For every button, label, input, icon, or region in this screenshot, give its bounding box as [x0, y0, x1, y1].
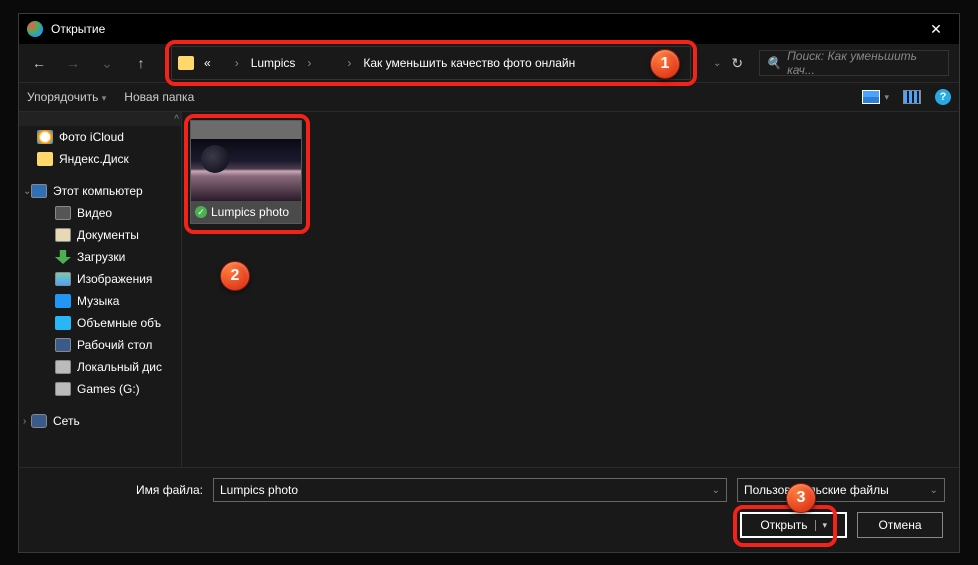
crumb-blur3[interactable] [331, 61, 339, 65]
sidebar-item-localdisk[interactable]: Локальный дис [19, 356, 181, 378]
forward-button[interactable]: → [59, 49, 87, 77]
disk-icon [55, 382, 71, 396]
search-icon: 🔍 [766, 56, 781, 70]
view-button-icon[interactable] [862, 90, 880, 104]
chevron-right-icon[interactable]: › [23, 416, 26, 427]
sidebar-item-desktop[interactable]: Рабочий стол [19, 334, 181, 356]
organize-button[interactable]: Упорядочить ▾ [27, 90, 106, 104]
network-icon [31, 414, 47, 428]
scroll-up-icon[interactable]: ^ [19, 112, 181, 126]
sync-ok-icon: ✓ [195, 206, 207, 218]
crumb-overflow[interactable]: « [200, 54, 215, 72]
music-icon [55, 294, 71, 308]
footer: Имя файла: Lumpics photo ⌄ Пользовательс… [19, 467, 959, 552]
search-input[interactable]: 🔍 Поиск: Как уменьшить кач... [759, 50, 949, 76]
desktop-icon [55, 338, 71, 352]
chevron-right-icon: › [231, 56, 243, 70]
documents-icon [55, 228, 71, 242]
cancel-button[interactable]: Отмена [857, 512, 943, 538]
refresh-button[interactable]: ↻ [731, 55, 743, 72]
address-bar[interactable]: « › Lumpics › › Как уменьшить качество ф… [171, 46, 691, 80]
button-row: Открыть ▾ Отмена [33, 512, 945, 538]
new-folder-button[interactable]: Новая папка [124, 90, 194, 104]
thumbnail-label: ✓ Lumpics photo [191, 201, 301, 223]
back-button[interactable]: ← [25, 49, 53, 77]
body-area: ^ Фото iCloud Яндекс.Диск ⌄Этот компьюте… [19, 112, 959, 467]
sidebar-item-network[interactable]: ›Сеть [19, 410, 181, 432]
sidebar-item-pc[interactable]: ⌄Этот компьютер [19, 180, 181, 202]
chevron-down-icon[interactable]: ▾ [815, 520, 827, 531]
crumb-current[interactable]: Как уменьшить качество фото онлайн [359, 54, 579, 72]
sidebar-item-games[interactable]: Games (G:) [19, 378, 181, 400]
sidebar-item-downloads[interactable]: Загрузки [19, 246, 181, 268]
close-button[interactable]: ✕ [913, 14, 959, 44]
preview-pane-icon[interactable] [903, 90, 921, 104]
open-dialog: Открытие ✕ ← → ⌄ ↑ « › Lumpics › › Как у… [18, 13, 960, 553]
annotation-badge-3: 3 [786, 483, 816, 513]
chevron-right-icon: › [343, 56, 355, 70]
filetype-select[interactable]: Пользовательские файлы ⌄ [737, 478, 945, 502]
sidebar-item-3d[interactable]: Объемные объ [19, 312, 181, 334]
folder-icon [178, 56, 194, 70]
filename-input[interactable]: Lumpics photo ⌄ [213, 478, 727, 502]
chevron-down-icon[interactable]: ⌄ [930, 485, 938, 496]
crumb-lumpics[interactable]: Lumpics [247, 54, 300, 72]
chevron-down-icon[interactable]: ⌄ [712, 485, 720, 496]
thumbnail-image [191, 139, 301, 201]
chevron-right-icon: › [303, 56, 315, 70]
toolbar: Упорядочить ▾ Новая папка ▾ ? [19, 82, 959, 112]
search-placeholder: Поиск: Как уменьшить кач... [787, 49, 942, 77]
disk-icon [55, 360, 71, 374]
crumb-blur2[interactable] [319, 61, 327, 65]
title-bar: Открытие ✕ [19, 14, 959, 44]
video-icon [55, 206, 71, 220]
3d-objects-icon [55, 316, 71, 330]
nav-row: ← → ⌄ ↑ « › Lumpics › › Как уменьшить ка… [19, 44, 959, 82]
file-thumbnail[interactable]: ✓ Lumpics photo [190, 120, 302, 224]
sidebar-item-music[interactable]: Музыка [19, 290, 181, 312]
sidebar-item-icloud[interactable]: Фото iCloud [19, 126, 181, 148]
images-icon [55, 272, 71, 286]
sidebar: ^ Фото iCloud Яндекс.Диск ⌄Этот компьюте… [19, 112, 182, 467]
sidebar-item-video[interactable]: Видео [19, 202, 181, 224]
sidebar-item-yandex[interactable]: Яндекс.Диск [19, 148, 181, 170]
chrome-icon [27, 21, 43, 37]
open-button[interactable]: Открыть ▾ [740, 512, 847, 538]
download-icon [55, 250, 71, 264]
window-title: Открытие [51, 22, 105, 36]
help-icon[interactable]: ? [935, 89, 951, 105]
sidebar-item-docs[interactable]: Документы [19, 224, 181, 246]
chevron-down-icon[interactable]: ⌄ [23, 186, 31, 197]
annotation-badge-1: 1 [650, 49, 680, 79]
yandex-disk-icon [37, 152, 53, 166]
crumb-blur1[interactable] [219, 61, 227, 65]
pc-icon [31, 184, 47, 198]
annotation-badge-2: 2 [220, 261, 250, 291]
sidebar-item-images[interactable]: Изображения [19, 268, 181, 290]
recent-dropdown[interactable]: ⌄ [93, 49, 121, 77]
icloud-icon [37, 130, 53, 144]
filename-label: Имя файла: [33, 483, 203, 497]
address-dropdown-icon[interactable]: ⌄ [713, 58, 721, 69]
up-button[interactable]: ↑ [127, 49, 155, 77]
file-list-area[interactable]: ✓ Lumpics photo [182, 112, 959, 467]
